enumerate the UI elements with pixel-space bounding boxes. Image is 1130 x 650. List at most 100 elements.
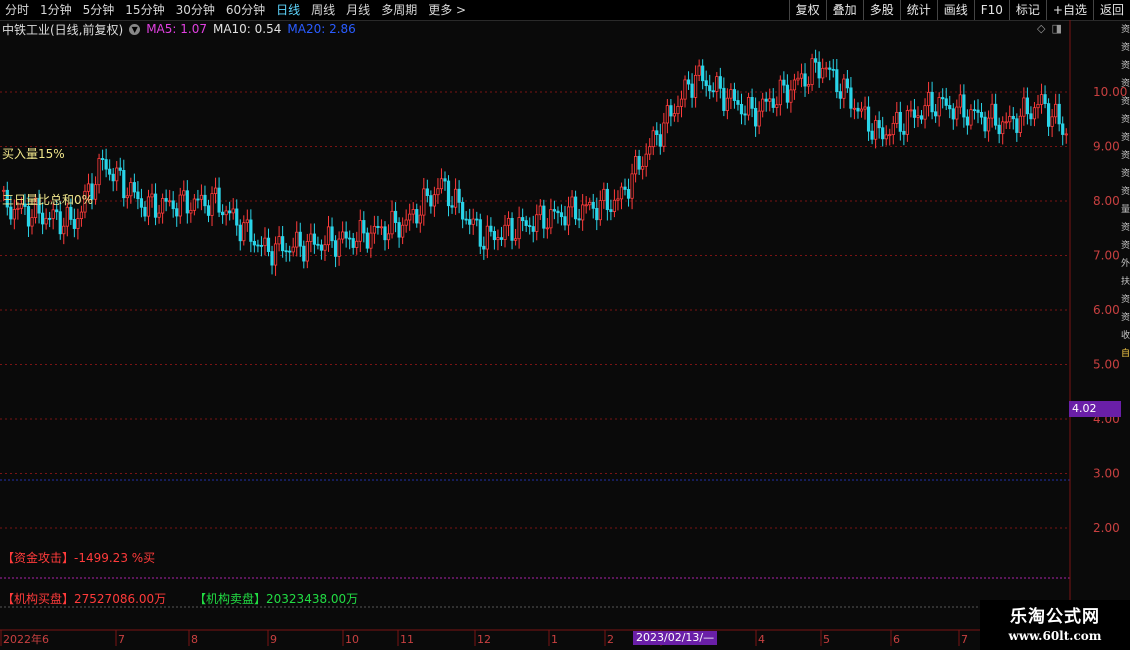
- date-cursor-badge: 2023/02/13/—: [633, 631, 718, 645]
- candle-body: [573, 196, 578, 220]
- candle-body: [316, 243, 320, 246]
- candle-body: [206, 205, 211, 216]
- candle-body: [312, 233, 316, 245]
- stock-name[interactable]: 中铁工业(日线,前复权): [2, 21, 123, 38]
- candle-body: [919, 115, 924, 120]
- candle-body: [65, 206, 69, 227]
- side-strip-item[interactable]: 资: [1121, 219, 1130, 237]
- candle-body: [139, 198, 144, 208]
- candle-body: [397, 222, 401, 238]
- candle-body: [210, 193, 214, 216]
- candle-body: [902, 130, 906, 135]
- candle-body: [153, 193, 158, 218]
- candle-body: [542, 205, 546, 229]
- diamond-icon[interactable]: ◇: [1037, 23, 1045, 35]
- side-strip-item[interactable]: 资: [1121, 93, 1130, 111]
- side-strip-item[interactable]: 资: [1121, 39, 1130, 57]
- candle-body: [566, 206, 571, 226]
- candle-body: [157, 212, 161, 218]
- candle-body: [683, 79, 687, 100]
- candle-body: [436, 188, 440, 196]
- candle-body: [856, 107, 860, 112]
- candle-body: [888, 134, 892, 137]
- side-strip-item[interactable]: 资: [1121, 111, 1130, 129]
- ma5-label: MA5: 1.07: [146, 22, 207, 36]
- time-tick-label: 2: [607, 633, 614, 646]
- candle-body: [418, 214, 422, 224]
- candle-body: [845, 78, 849, 89]
- side-strip-item[interactable]: 资: [1121, 291, 1130, 309]
- inst-sell-label: 【机构卖盘】20323438.00万: [194, 590, 358, 607]
- time-tick-label: 5: [823, 633, 830, 646]
- candle-body: [616, 198, 620, 201]
- candle-body: [679, 98, 684, 107]
- candle-body: [1043, 94, 1047, 105]
- side-strip-item[interactable]: 扶: [1121, 273, 1130, 291]
- side-strip-item[interactable]: 量: [1121, 201, 1130, 219]
- candle-body: [619, 186, 624, 200]
- candle-body: [97, 158, 101, 186]
- candle-body: [457, 188, 461, 203]
- candle-body: [789, 89, 793, 103]
- candle-body: [563, 216, 567, 226]
- candle-body: [446, 180, 451, 207]
- candle-body: [598, 200, 602, 221]
- candle-body: [623, 186, 627, 190]
- candle-body: [333, 240, 338, 257]
- candle-body: [535, 214, 539, 232]
- candle-body: [814, 58, 818, 63]
- candle-body: [221, 211, 225, 216]
- candle-body: [870, 130, 874, 140]
- side-strip-item[interactable]: 资: [1121, 57, 1130, 75]
- side-strip-item[interactable]: 自: [1121, 345, 1130, 363]
- candle-body: [249, 219, 253, 242]
- side-strip-item[interactable]: 资: [1121, 21, 1130, 39]
- ma20-label: MA20: 2.86: [287, 22, 356, 36]
- side-strip-item[interactable]: 资: [1121, 183, 1130, 201]
- candle-body: [1054, 103, 1058, 118]
- candle-body: [637, 156, 641, 170]
- kline-chart[interactable]: 10.009.008.007.006.005.004.003.002.00202…: [0, 0, 1130, 650]
- candle-body: [235, 208, 239, 226]
- candle-body: [461, 201, 465, 220]
- candle-body: [146, 196, 151, 217]
- candle-body: [997, 124, 1001, 135]
- chart-corner-icons: ◇ ◨: [1037, 23, 1062, 35]
- side-strip-item[interactable]: 资: [1121, 129, 1130, 147]
- candle-body: [817, 61, 821, 79]
- candle-body: [224, 210, 228, 216]
- candle-body: [168, 200, 172, 203]
- candle-body: [492, 231, 497, 241]
- chevron-down-icon[interactable]: ▼: [129, 23, 141, 35]
- side-strip-item[interactable]: 资: [1121, 309, 1130, 327]
- candle-body: [701, 65, 705, 82]
- time-tick-label: 4: [758, 633, 765, 646]
- candle-body: [778, 79, 782, 106]
- candle-body: [453, 188, 458, 208]
- price-tick-label: 6.00: [1093, 303, 1120, 317]
- candle-body: [439, 178, 444, 190]
- side-strip-item[interactable]: 资: [1121, 237, 1130, 255]
- candle-body: [358, 220, 362, 242]
- candle-body: [958, 94, 962, 108]
- candle-body: [376, 225, 380, 228]
- price-tick-label: 3.00: [1093, 467, 1120, 481]
- side-strip-item[interactable]: 资: [1121, 147, 1130, 165]
- side-strip-item[interactable]: 资: [1121, 75, 1130, 93]
- candle-body: [609, 209, 613, 212]
- candle-body: [633, 156, 638, 175]
- candle-body: [143, 206, 147, 217]
- window-toggle-icon[interactable]: ◨: [1051, 23, 1061, 35]
- candle-body: [708, 85, 712, 92]
- side-strip-item[interactable]: 资: [1121, 165, 1130, 183]
- candle-body: [178, 194, 182, 217]
- candle-body: [104, 159, 108, 170]
- candle-body: [538, 205, 542, 216]
- candle-body: [393, 210, 398, 223]
- side-strip-item[interactable]: 收: [1121, 327, 1130, 345]
- side-strip-item[interactable]: 外: [1121, 255, 1130, 273]
- candle-body: [277, 236, 281, 245]
- candle-body: [912, 109, 917, 118]
- candle-body: [1046, 103, 1051, 127]
- candle-body: [588, 201, 592, 206]
